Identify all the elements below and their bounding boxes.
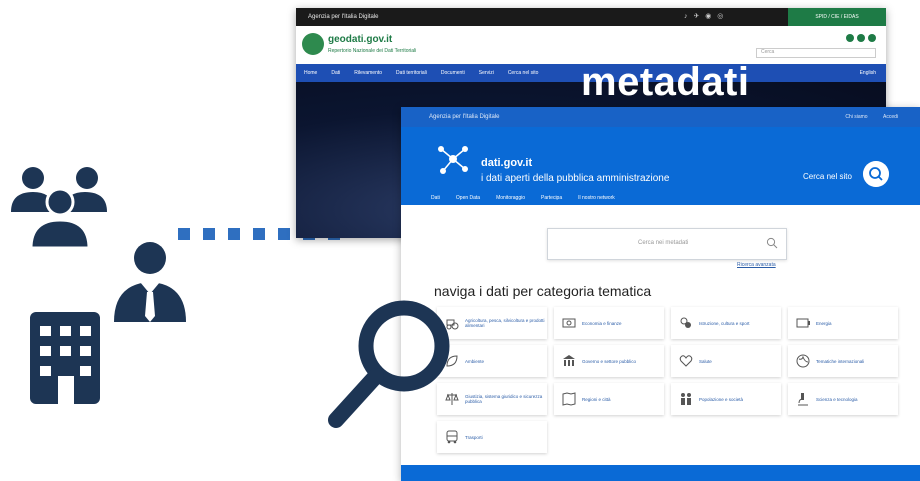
geodati-header: geodati.gov.it Repertorio Nazionale dei … (296, 26, 886, 64)
category-card[interactable]: Regioni e città (554, 383, 664, 415)
search-icon (766, 237, 778, 249)
geodati-site-name[interactable]: geodati.gov.it (328, 34, 392, 45)
geodati-nav-item[interactable]: Servizi (479, 70, 494, 76)
category-label: Ambiente (465, 358, 485, 364)
dati-search-input[interactable]: Cerca nei metadati (547, 228, 787, 260)
dati-nav-item[interactable]: Dati (431, 195, 440, 201)
category-card[interactable]: Energia (788, 307, 898, 339)
dati-agency[interactable]: Agenzia per l'Italia Digitale (429, 114, 500, 120)
category-label: Trasporti (465, 434, 483, 440)
geodati-nav-item[interactable]: Dati (331, 70, 340, 76)
category-label: Salute (699, 358, 712, 364)
geodati-agency: Agenzia per l'Italia Digitale (308, 14, 379, 20)
geodati-subtitle: Repertorio Nazionale dei Dati Territoria… (328, 48, 417, 54)
category-card[interactable]: Salute (671, 345, 781, 377)
dati-top-links: Chi siamo Accedi (831, 114, 898, 120)
globe-icon (796, 354, 810, 368)
dati-header: dati.gov.it i dati aperti della pubblica… (401, 127, 920, 191)
people-icon (681, 393, 691, 405)
category-heading: naviga i dati per categoria tematica (434, 283, 652, 299)
dati-network-logo-icon (438, 146, 468, 174)
geodati-search-input[interactable]: Cerca (756, 48, 876, 58)
geodati-lang[interactable]: English (860, 70, 876, 76)
category-card[interactable]: Scienza e tecnologia (788, 383, 898, 415)
dati-top-link[interactable]: Accedi (883, 114, 898, 120)
search-placeholder: Cerca nei metadati (638, 240, 689, 246)
geodati-topbar: Agenzia per l'Italia Digitale ♪ ✈ ◉ ◎ SP… (296, 8, 886, 26)
advanced-search-link[interactable]: Ricerca avanzata (737, 262, 776, 268)
dati-site-name[interactable]: dati.gov.it (481, 157, 532, 169)
dati-tagline: i dati aperti della pubblica amministraz… (481, 173, 670, 184)
category-label: Popolazione e società (699, 396, 744, 402)
dati-nav: Dati Open Data Monitoraggio Partecipa Il… (401, 191, 920, 205)
category-card[interactable]: Governo e settore pubblico (554, 345, 664, 377)
category-label: Energia (816, 320, 832, 326)
category-label: Giustizia, sistema giuridico e sicurezza… (465, 394, 543, 404)
category-card[interactable]: Tematiche internazionali (788, 345, 898, 377)
dati-top-link[interactable]: Chi siamo (845, 114, 867, 120)
magnifier-icon (328, 300, 450, 428)
dati-nav-item[interactable]: Il nostro network (578, 195, 615, 201)
category-label: Governo e settore pubblico (582, 358, 637, 364)
microscope-icon (798, 393, 808, 406)
category-label: Istruzione, cultura e sport (699, 320, 750, 326)
map-icon (562, 392, 576, 406)
culture-icon (680, 317, 691, 328)
category-card[interactable]: Popolazione e società (671, 383, 781, 415)
group-users-icon (11, 167, 107, 250)
geodati-nav-item[interactable]: Dati territoriali (396, 70, 427, 76)
category-label: Agricoltura, pesca, silvicoltura e prodo… (465, 318, 545, 328)
money-icon (562, 318, 576, 328)
category-label: Economia e finanze (582, 320, 622, 326)
category-card[interactable]: Istruzione, cultura e sport (671, 307, 781, 339)
category-grid: Agricoltura, pesca, silvicoltura e prodo… (437, 307, 898, 453)
geodati-login-button[interactable]: SPID / CIE / EIDAS (788, 8, 886, 26)
building-icon (30, 312, 100, 404)
category-label: Tematiche internazionali (816, 358, 865, 364)
geodati-logo-icon (302, 33, 324, 55)
dati-cerca-label: Cerca nel sito (803, 172, 852, 181)
share-icons[interactable]: ♪ ✈ ◉ ◎ (684, 12, 725, 20)
government-icon (563, 355, 575, 366)
dati-topbar: Agenzia per l'Italia Digitale Chi siamo … (401, 107, 920, 127)
heart-icon (679, 355, 693, 367)
category-label: Scienza e tecnologia (816, 396, 858, 402)
dati-search-button-icon[interactable] (863, 161, 889, 187)
dati-nav-item[interactable]: Monitoraggio (496, 195, 525, 201)
geodati-nav-item[interactable]: Rilevamento (354, 70, 382, 76)
energy-icon (796, 318, 810, 328)
metadati-label: metadati (581, 60, 750, 104)
dati-nav-item[interactable]: Partecipa (541, 195, 562, 201)
businessman-icon (114, 242, 186, 322)
dati-nav-item[interactable]: Open Data (456, 195, 480, 201)
geodati-nav-item[interactable]: Home (304, 70, 317, 76)
dati-footer-bar (401, 465, 920, 481)
geodati-social-icons[interactable] (846, 34, 876, 42)
category-label: Regioni e città (582, 396, 611, 402)
geodati-nav-item[interactable]: Cerca nel sito (508, 70, 539, 76)
category-card[interactable]: Economia e finanze (554, 307, 664, 339)
geodati-nav-item[interactable]: Documenti (441, 70, 465, 76)
